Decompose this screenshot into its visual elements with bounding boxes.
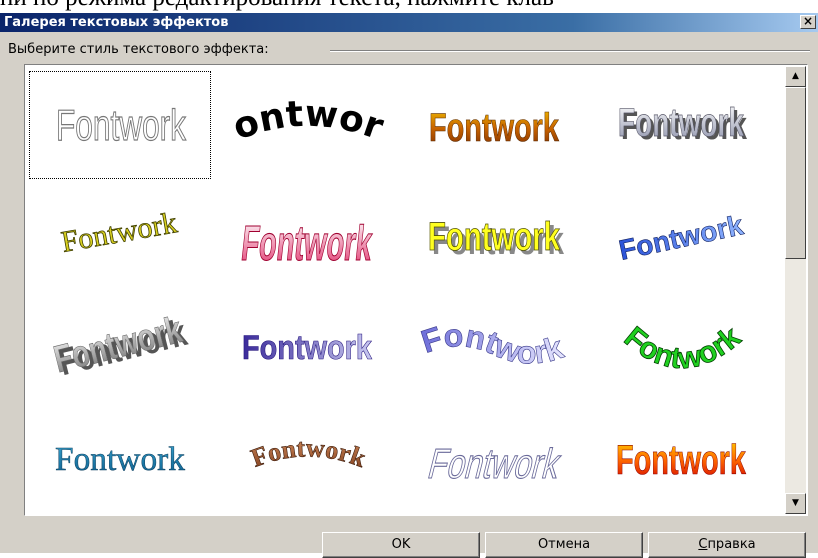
arrow-up-icon: ▲ [792,71,799,81]
wordart-preview: Fontwork [616,209,747,266]
wordart-preview: Fontwork [238,216,375,272]
gallery-item-green-arch[interactable]: Fontwork [590,293,772,401]
wordart-preview: Fontwork [618,320,748,377]
close-icon: × [802,14,814,28]
wordart-preview: Fontwork [242,329,373,368]
gallery-item-teal-serif[interactable]: Fontwork [29,404,211,512]
wordart-gallery-dialog: Галерея текстовых эффектов × Выберите ст… [0,12,818,558]
gallery-item-pink-perspective[interactable]: Fontwork [216,182,398,290]
wordart-preview: Fontwork [55,441,186,479]
svg-text:Fontwork: Fontwork [239,217,375,272]
svg-text:Fontwork: Fontwork [216,71,389,148]
wordart-preview: FontworkFontwork [50,309,192,385]
group-divider [330,50,810,52]
wordart-preview: Fontwork [429,106,560,151]
svg-text:Fontwork: Fontwork [55,441,185,478]
wordart-preview: FontworkFontwork [428,215,565,263]
wordart-preview: Fontwork [247,433,370,474]
ok-button[interactable]: OK [322,532,480,558]
wordart-preview: Fontwork [616,436,747,484]
gallery-item-outline-plain[interactable]: Fontwork [29,71,211,179]
wordart-preview: Fontwork [416,317,568,371]
svg-text:Fontwork: Fontwork [616,209,746,266]
svg-text:Fontwork: Fontwork [247,433,370,473]
svg-text:Fontwork: Fontwork [618,101,745,145]
title-bar[interactable]: Галерея текстовых эффектов × [0,13,818,32]
svg-text:Fontwork: Fontwork [417,317,568,371]
svg-text:Fontwork: Fontwork [616,436,746,483]
gallery-item-gold-gradient[interactable]: Fontwork [403,71,585,179]
group-label: Выберите стиль текстового эффекта: [8,42,275,57]
wordart-preview: Fontwork [58,206,180,260]
gallery-item-fire-gradient[interactable]: Fontwork [590,404,772,512]
wordart-preview: Fontwork [55,100,187,150]
gallery-grid: Fontwork Fontwork Fontwork FontworkFontw… [25,65,785,515]
svg-text:Fontwork: Fontwork [618,320,747,376]
gallery-item-grey-extrude[interactable]: Fontwork Fontwork [29,293,211,401]
svg-text:Fontwork: Fontwork [424,441,566,488]
scroll-up-button[interactable]: ▲ [785,66,806,87]
wordart-preview: Fontwork [423,440,566,488]
arrow-down-icon: ▼ [792,498,799,508]
wordart-preview: Fontwork [216,71,389,148]
gallery-item-olive-serif-slant[interactable]: Fontwork [29,182,211,290]
style-gallery: Fontwork Fontwork Fontwork FontworkFontw… [24,64,808,516]
svg-text:Fontwork: Fontwork [59,206,180,259]
svg-text:Fontwork: Fontwork [242,329,372,367]
gallery-item-black-arc-bold[interactable]: Fontwork [216,71,398,179]
gallery-item-outline-skew[interactable]: Fontwork [403,404,585,512]
scroll-down-button[interactable]: ▼ [785,493,806,514]
scroll-thumb[interactable] [785,87,806,259]
gallery-item-blue-3d-rise[interactable]: Fontwork [590,182,772,290]
gallery-item-yellow-shadow[interactable]: Fontwork Fontwork [403,182,585,290]
svg-text:Fontwork: Fontwork [56,101,187,150]
gallery-item-brown-arch[interactable]: Fontwork [216,404,398,512]
cancel-button[interactable]: Отмена [485,532,643,558]
help-button[interactable]: Справка [648,532,806,558]
svg-text:Fontwork: Fontwork [428,215,561,259]
gallery-item-lilac-wave[interactable]: Fontwork [403,293,585,401]
gallery-item-purple-3d-fade[interactable]: Fontwork [216,293,398,401]
svg-text:Fontwork: Fontwork [429,106,560,150]
gallery-item-silver-bevel[interactable]: Fontwork Fontwork [590,71,772,179]
wordart-preview: FontworkFontwork [618,101,748,148]
dialog-title: Галерея текстовых эффектов [4,15,229,30]
close-button[interactable]: × [800,15,816,29]
vertical-scrollbar[interactable]: ▲ ▼ [785,66,806,514]
